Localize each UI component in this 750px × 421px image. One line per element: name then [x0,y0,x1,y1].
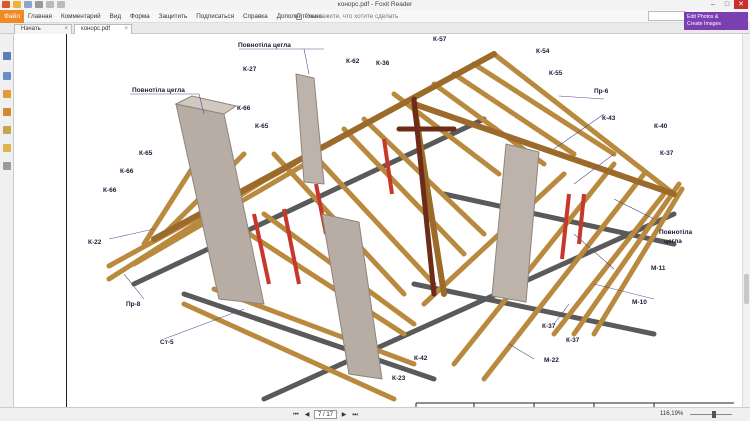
label-k37a: К-37 [660,150,674,157]
page-navigation: ⏮ ◀ 7 / 17 ▶ ⏭ [292,410,359,419]
label-k36: К-36 [376,60,390,67]
first-page-button[interactable]: ⏮ [292,411,300,419]
label-k43: К-43 [602,115,616,122]
ribbon-menu: Файл Главная Комментарий Вид Форма Защит… [0,10,750,23]
tell-me-search[interactable]: Расскажите, что хотите сделать [296,11,398,22]
tab-document-label: конорс.pdf [81,26,111,32]
label-pov-top: Повнотіла цегла [238,41,291,49]
label-pr6: Пр-6 [594,88,609,95]
tab-document-close-icon[interactable]: × [124,25,128,34]
menu-form[interactable]: Форма [130,10,150,23]
pages-icon[interactable] [3,72,11,80]
label-st5: Ст-5 [160,339,174,346]
hand-tool-icon[interactable] [3,52,11,60]
maximize-button[interactable]: □ [720,0,734,9]
label-pr8: Пр-8 [126,301,141,308]
label-k27: К-27 [243,66,257,73]
zoom-slider[interactable] [690,411,732,418]
label-k55: К-55 [549,70,563,77]
tab-start-close-icon[interactable]: × [64,25,68,34]
scrollbar-thumb[interactable] [744,274,749,304]
page-number-input[interactable]: 7 / 17 [314,410,338,419]
status-bar: ⏮ ◀ 7 / 17 ▶ ⏭ 116,19% [0,407,750,421]
tab-start[interactable]: Начать × [14,24,72,34]
label-k65a: К-65 [255,123,269,130]
tab-document[interactable]: конорс.pdf × [74,24,132,34]
label-k62: К-62 [346,58,360,65]
tell-me-hint: Расскажите, что хотите сделать [305,13,399,20]
label-k66c: К-66 [103,187,117,194]
label-m10: М-10 [632,299,647,306]
label-k40: К-40 [654,123,668,130]
prev-page-button[interactable]: ◀ [303,411,311,419]
label-k37b: К-37 [542,323,556,330]
layers-icon[interactable] [3,162,11,170]
close-button[interactable]: ✕ [734,0,748,9]
menu-protect[interactable]: Защитить [159,10,188,23]
label-k65b: К-65 [139,150,153,157]
label-k42: К-42 [414,355,428,362]
comment-icon[interactable] [3,108,11,116]
title-bar: конорс.pdf - Foxit Reader – □ ✕ [0,0,750,10]
label-k37c: К-37 [566,337,580,344]
label-k22: К-22 [88,239,102,246]
lightbulb-icon [296,13,302,20]
promo-line-2: Create Images [687,20,722,27]
document-tab-bar: Начать × конорс.pdf × [0,23,750,34]
find-input[interactable] [648,11,686,21]
menu-home[interactable]: Главная [28,10,52,23]
tab-start-label: Начать [21,26,41,32]
label-pov-left: Повнотіла цегла [132,86,185,94]
file-menu-button[interactable]: Файл [0,10,24,23]
label-pov-right: Повнотіла цегла [659,228,692,245]
label-k57: К-57 [433,36,447,43]
vertical-scrollbar[interactable] [742,34,750,407]
label-k23: К-23 [392,375,406,382]
roof-framing-drawing: Повнотіла цегла Повнотіла цегла Повнотіл… [88,36,734,407]
label-pov-right-line1: Повнотіла [659,228,692,236]
lock-icon[interactable] [3,144,11,152]
bookmark-icon[interactable] [3,90,11,98]
ribbon-right-tools [648,11,686,21]
label-k54: К-54 [536,48,550,55]
label-pov-right-line2: цегла [664,238,682,245]
menu-help[interactable]: Справка [243,10,268,23]
next-page-button[interactable]: ▶ [340,411,348,419]
window-controls: – □ ✕ [706,0,748,9]
label-k66a: К-66 [237,105,251,112]
zoom-slider-knob[interactable] [712,411,716,418]
label-k66b: К-66 [120,168,134,175]
drawing-labels: Повнотіла цегла Повнотіла цегла Повнотіл… [88,36,692,382]
document-page: Повнотіла цегла Повнотіла цегла Повнотіл… [14,34,742,407]
navigation-panel [0,34,14,421]
window-title: конорс.pdf - Foxit Reader [337,1,413,8]
label-m22: М-22 [544,357,559,364]
menu-comment[interactable]: Комментарий [61,10,101,23]
page-left-border [66,34,67,407]
edit-photos-promo-button[interactable]: Edit Photos & Create Images [684,12,748,30]
menu-view[interactable]: Вид [110,10,121,23]
zoom-level[interactable]: 116,19% [660,411,683,417]
label-m11: М-11 [651,265,666,272]
menu-bar: Главная Комментарий Вид Форма Защитить П… [28,10,322,23]
minimize-button[interactable]: – [706,0,720,9]
last-page-button[interactable]: ⏭ [351,411,359,419]
menu-sign[interactable]: Подписаться [196,10,234,23]
attachment-icon[interactable] [3,126,11,134]
